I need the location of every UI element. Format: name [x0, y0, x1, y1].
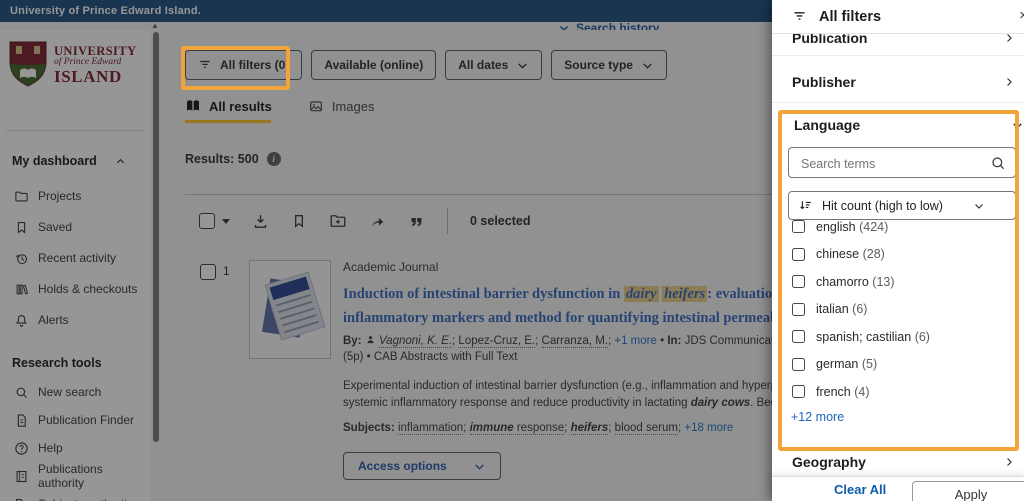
- clear-all-link[interactable]: Clear All: [834, 482, 886, 497]
- language-option[interactable]: german (5): [792, 351, 1012, 379]
- panel-title: All filters: [819, 9, 881, 25]
- checkbox[interactable]: [792, 358, 805, 371]
- chevron-down-icon: [973, 200, 985, 212]
- section-divider: [772, 55, 1024, 56]
- checkbox[interactable]: [792, 220, 805, 233]
- filter-icon: [792, 9, 807, 24]
- option-count: (4): [854, 385, 869, 399]
- option-count: (5): [862, 357, 877, 371]
- apply-button[interactable]: Apply: [912, 481, 1024, 501]
- page: University of Prince Edward Island. Sear…: [0, 0, 1024, 501]
- language-option[interactable]: italian (6): [792, 296, 1012, 324]
- option-count: (28): [863, 247, 885, 261]
- filter-section-publisher[interactable]: Publisher: [772, 68, 1024, 96]
- filter-section-language[interactable]: Language: [794, 117, 860, 133]
- language-options-list: english (424) chinese (28) chamorro (13)…: [792, 213, 1012, 406]
- panel-footer: Clear All Apply: [772, 476, 1024, 501]
- checkbox[interactable]: [792, 303, 805, 316]
- panel-header: All filters: [772, 0, 1024, 34]
- show-more-languages-link[interactable]: +12 more: [791, 410, 844, 424]
- chevron-right-icon: [1003, 76, 1015, 88]
- sort-icon: [798, 198, 813, 213]
- checkbox[interactable]: [792, 330, 805, 343]
- language-option[interactable]: english (424): [792, 213, 1012, 241]
- option-label: english: [816, 220, 856, 234]
- language-option[interactable]: french (4): [792, 378, 1012, 406]
- chevron-down-icon[interactable]: [1011, 119, 1024, 132]
- search-icon[interactable]: [990, 155, 1006, 171]
- language-option[interactable]: chinese (28): [792, 241, 1012, 269]
- option-count: (6): [915, 330, 930, 344]
- all-filters-panel: All filters × Publication Publisher Lang…: [772, 0, 1024, 501]
- option-label: italian: [816, 302, 849, 316]
- checkbox[interactable]: [792, 385, 805, 398]
- language-search-input[interactable]: [799, 148, 983, 179]
- option-label: french: [816, 385, 851, 399]
- option-label: spanish; castilian: [816, 330, 911, 344]
- option-label: chinese: [816, 247, 859, 261]
- filter-section-geography[interactable]: Geography: [772, 448, 1024, 476]
- language-search-box: [788, 147, 1016, 178]
- dim-overlay: [0, 0, 772, 501]
- section-label: Geography: [792, 454, 866, 470]
- section-divider: [772, 102, 1024, 103]
- option-label: chamorro: [816, 275, 869, 289]
- language-option[interactable]: spanish; castilian (6): [792, 323, 1012, 351]
- option-count: (13): [872, 275, 894, 289]
- sort-selected-value: Hit count (high to low): [822, 199, 943, 213]
- option-count: (424): [859, 220, 888, 234]
- close-icon[interactable]: ×: [1019, 7, 1024, 24]
- language-option[interactable]: chamorro (13): [792, 268, 1012, 296]
- section-label: Publisher: [792, 74, 856, 90]
- checkbox[interactable]: [792, 248, 805, 261]
- chevron-right-icon: [1003, 456, 1015, 468]
- option-count: (6): [852, 302, 867, 316]
- option-label: german: [816, 357, 858, 371]
- checkbox[interactable]: [792, 275, 805, 288]
